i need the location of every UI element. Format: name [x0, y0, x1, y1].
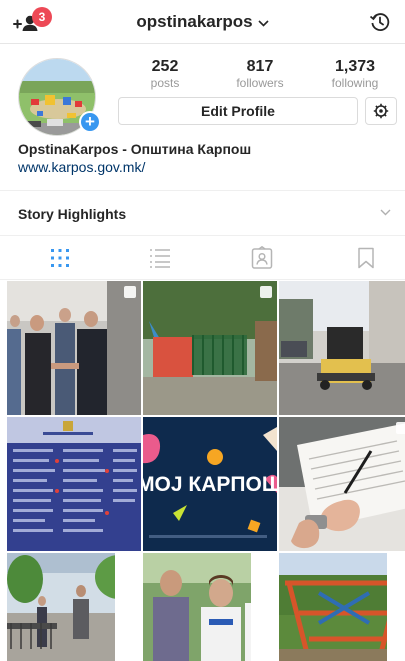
tagged-icon[interactable] — [250, 246, 274, 270]
profile-avatar[interactable]: + — [18, 58, 101, 136]
post-thumbnail[interactable] — [279, 417, 405, 551]
post-thumbnail[interactable] — [143, 553, 277, 661]
top-navigation-bar: 3 opstinakarpos — [0, 0, 405, 44]
story-highlights-row[interactable]: Story Highlights — [0, 190, 405, 236]
posts-grid: МОЈ КАРПОШ — [7, 281, 405, 661]
post-thumbnail[interactable] — [7, 553, 141, 661]
gear-icon — [373, 103, 389, 119]
posts-label: posts — [150, 76, 180, 90]
post-overlay-text: МОЈ КАРПОШ — [143, 473, 277, 496]
multiple-posts-icon — [396, 422, 405, 434]
post-thumbnail[interactable] — [7, 417, 141, 551]
settings-button[interactable] — [365, 97, 397, 125]
following-value: 1,373 — [334, 58, 376, 75]
profile-tabs — [0, 236, 405, 280]
multiple-posts-icon — [260, 286, 272, 298]
followers-count[interactable]: 817 followers — [215, 58, 305, 90]
saved-icon[interactable] — [354, 246, 378, 270]
followers-label: followers — [236, 76, 284, 90]
story-highlights-title: Story Highlights — [18, 206, 127, 222]
grid-icon[interactable] — [48, 246, 72, 270]
post-thumbnail[interactable] — [279, 553, 405, 661]
posts-value: 252 — [151, 58, 179, 75]
post-thumbnail[interactable] — [7, 281, 141, 415]
profile-website-link[interactable]: www.karpos.gov.mk/ — [18, 159, 145, 175]
add-story-plus-icon[interactable]: + — [79, 111, 101, 133]
following-label: following — [331, 76, 379, 90]
following-count[interactable]: 1,373 following — [310, 58, 400, 90]
multiple-posts-icon — [124, 558, 136, 570]
post-thumbnail[interactable] — [279, 281, 405, 415]
edit-profile-button[interactable]: Edit Profile — [118, 97, 358, 125]
posts-count[interactable]: 252 posts — [120, 58, 210, 90]
chevron-down-icon — [380, 209, 391, 216]
account-switcher[interactable]: opstinakarpos — [0, 0, 405, 44]
post-thumbnail[interactable] — [143, 281, 277, 415]
username-title: opstinakarpos — [136, 12, 253, 31]
post-thumbnail[interactable]: МОЈ КАРПОШ — [143, 417, 277, 551]
list-icon[interactable] — [148, 246, 172, 270]
followers-value: 817 — [246, 58, 274, 75]
history-icon[interactable] — [369, 11, 391, 33]
profile-full-name: OpstinaKarpos - Општина Карпош — [18, 141, 252, 157]
chevron-down-icon — [258, 19, 269, 27]
multiple-posts-icon — [124, 286, 136, 298]
